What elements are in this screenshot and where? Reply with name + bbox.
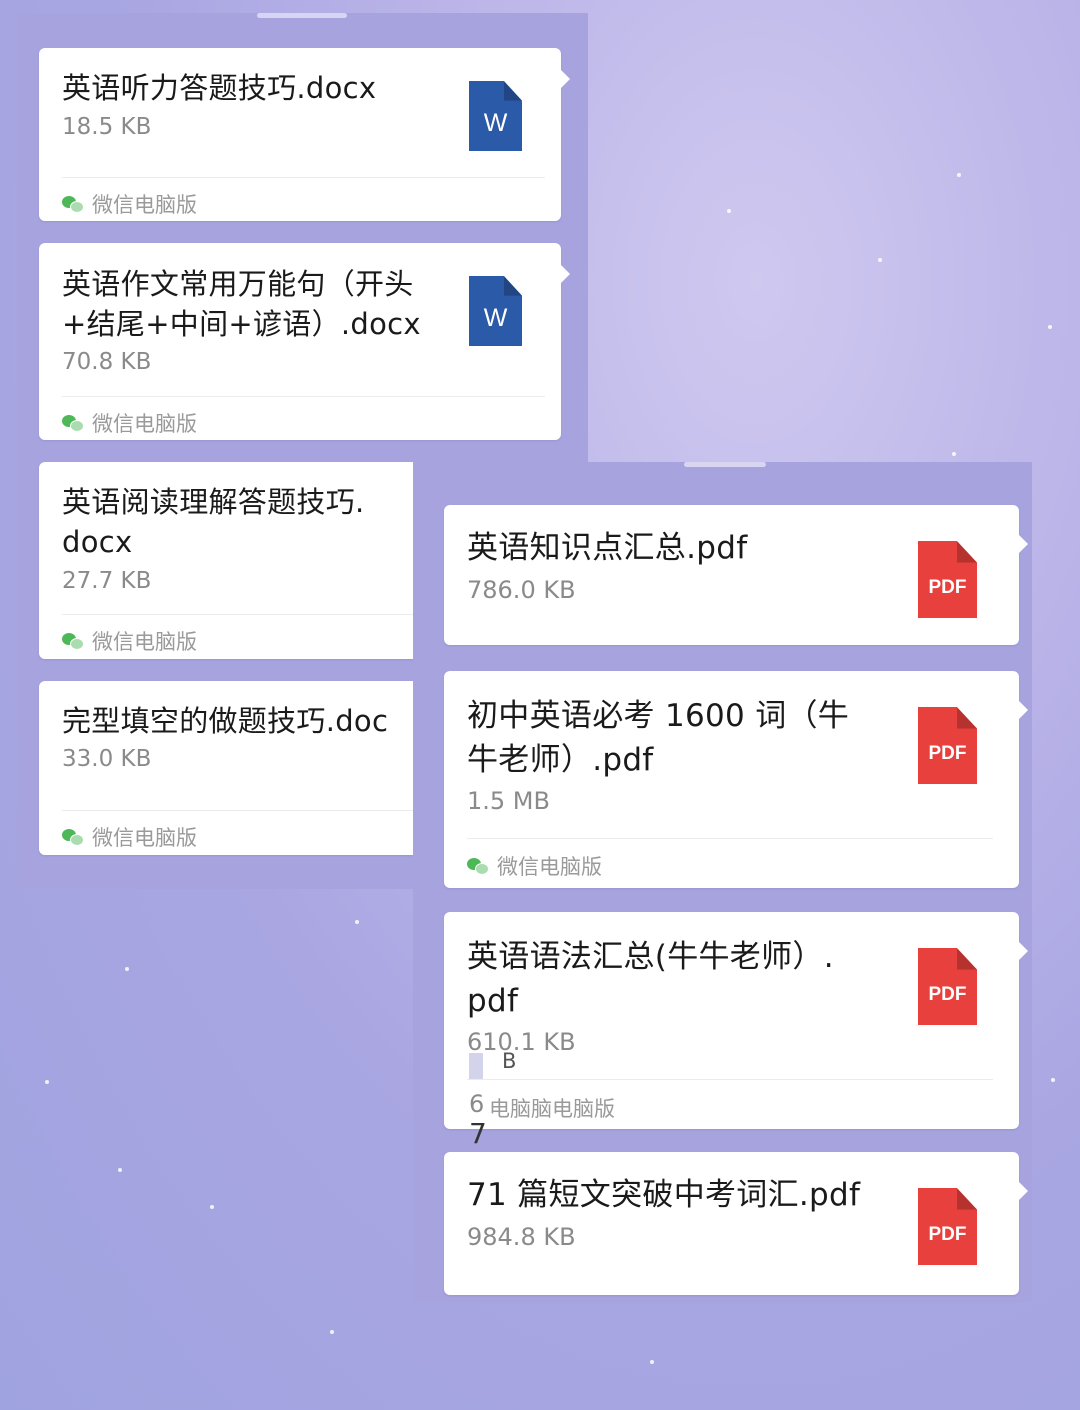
panel-handle <box>684 462 766 467</box>
bubble-tail <box>1019 942 1028 960</box>
wechat-icon <box>467 858 489 875</box>
file-card[interactable]: 71 篇短文突破中考词汇.pdf 984.8 KB PDF <box>444 1152 1028 1295</box>
file-card[interactable]: 英语语法汇总(牛牛老师）. pdf 610.1 KB PDF B 6 电脑脑电脑… <box>444 912 1028 1129</box>
file-card[interactable]: 初中英语必考 1600 词（牛 牛老师）.pdf 1.5 MB PDF 微信电脑… <box>444 671 1028 888</box>
divider <box>467 1079 993 1080</box>
sparkle <box>727 209 731 213</box>
file-card[interactable]: 英语知识点汇总.pdf 786.0 KB PDF <box>444 505 1028 645</box>
divider <box>467 838 993 839</box>
sparkle <box>118 1168 122 1172</box>
source-label: 微信电脑版 <box>497 855 602 879</box>
file-name: 英语阅读理解答题技巧. docx <box>62 485 365 559</box>
file-size: 70.8 KB <box>62 349 152 375</box>
sparkle <box>650 1360 654 1364</box>
source-label-corrupted: 电脑脑电脑版 <box>489 1097 615 1121</box>
bubble-tail <box>561 265 570 283</box>
sparkle <box>1048 325 1052 329</box>
pdf-icon: PDF <box>918 948 977 1025</box>
bubble-tail <box>1019 1182 1028 1200</box>
file-name: 完型填空的做题技巧.doc <box>62 704 389 738</box>
file-size: 27.7 KB <box>62 568 152 594</box>
file-card[interactable]: 完型填空的做题技巧.doc 33.0 KB 微信电脑版 <box>39 681 413 855</box>
sparkle <box>957 173 961 177</box>
sparkle <box>952 452 956 456</box>
source-row: 微信电脑版 <box>62 408 197 438</box>
divider <box>62 396 545 397</box>
glitch-fragment: 7 <box>469 1117 487 1150</box>
source-label: 微信电脑版 <box>92 412 197 436</box>
source-row: 微信电脑版 <box>62 626 197 656</box>
pdf-icon: PDF <box>918 541 977 618</box>
wechat-icon <box>62 196 84 213</box>
word-icon: W <box>469 81 522 151</box>
file-name: 71 篇短文突破中考词汇.pdf <box>467 1177 861 1213</box>
source-label: 微信电脑版 <box>92 630 197 654</box>
pdf-icon: PDF <box>918 707 977 784</box>
file-name: 英语语法汇总(牛牛老师）. pdf <box>467 939 834 1019</box>
sparkle <box>210 1205 214 1209</box>
file-size: 610.1 KB <box>467 1028 576 1056</box>
sparkle <box>878 258 882 262</box>
source-label: 微信电脑版 <box>92 826 197 850</box>
file-name: 英语作文常用万能句（开头 +结尾+中间+谚语）.docx <box>62 267 421 341</box>
divider <box>62 810 413 811</box>
glitch-block <box>469 1053 483 1079</box>
file-name: 英语知识点汇总.pdf <box>467 530 748 566</box>
file-size: 33.0 KB <box>62 746 152 772</box>
file-card[interactable]: 英语作文常用万能句（开头 +结尾+中间+谚语）.docx 70.8 KB W 微… <box>39 243 570 440</box>
wechat-icon <box>62 829 84 846</box>
file-name: 英语听力答题技巧.docx <box>62 71 377 105</box>
chat-panel-right: 英语知识点汇总.pdf 786.0 KB PDF 初中英语必考 1600 词（牛… <box>413 462 1032 1302</box>
source-row: 微信电脑版 <box>62 822 197 852</box>
glitch-fragment: B <box>502 1049 517 1073</box>
panel-handle <box>257 13 347 18</box>
divider <box>62 177 545 178</box>
bubble-tail <box>561 70 570 88</box>
source-row: 微信电脑版 <box>467 851 602 881</box>
source-row: 微信电脑版 <box>62 189 197 219</box>
glitch-fragment: 6 <box>469 1090 485 1118</box>
sparkle <box>125 967 129 971</box>
file-size: 984.8 KB <box>467 1223 576 1251</box>
source-label: 微信电脑版 <box>92 193 197 217</box>
file-size: 1.5 MB <box>467 787 550 815</box>
file-card[interactable]: 英语阅读理解答题技巧. docx 27.7 KB 微信电脑版 <box>39 462 413 659</box>
file-card[interactable]: 英语听力答题技巧.docx 18.5 KB W 微信电脑版 <box>39 48 570 221</box>
file-name: 初中英语必考 1600 词（牛 牛老师）.pdf <box>467 698 850 778</box>
wechat-icon <box>62 415 84 432</box>
sparkle <box>1051 1078 1055 1082</box>
sparkle <box>355 920 359 924</box>
wechat-icon <box>62 633 84 650</box>
pdf-icon: PDF <box>918 1188 977 1265</box>
divider <box>62 614 413 615</box>
sparkle <box>45 1080 49 1084</box>
word-icon: W <box>469 276 522 346</box>
bubble-tail <box>1019 535 1028 553</box>
file-size: 786.0 KB <box>467 576 576 604</box>
bubble-tail <box>1019 701 1028 719</box>
file-size: 18.5 KB <box>62 114 152 140</box>
sparkle <box>330 1330 334 1334</box>
